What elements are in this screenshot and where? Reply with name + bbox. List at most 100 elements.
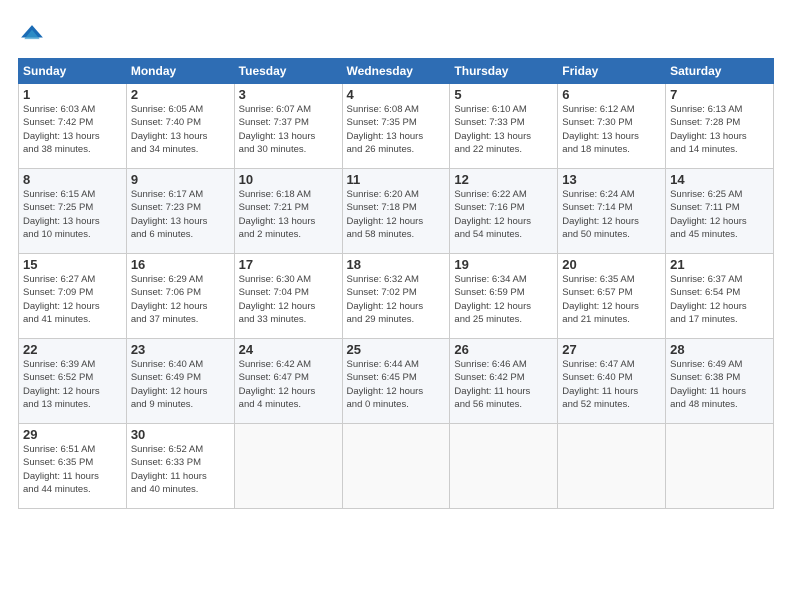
- day-number: 17: [239, 257, 338, 272]
- calendar-week-5: 29 Sunrise: 6:51 AMSunset: 6:35 PMDaylig…: [19, 424, 774, 509]
- calendar-cell: 12 Sunrise: 6:22 AMSunset: 7:16 PMDaylig…: [450, 169, 558, 254]
- day-number: 28: [670, 342, 769, 357]
- day-number: 10: [239, 172, 338, 187]
- day-info: Sunrise: 6:07 AMSunset: 7:37 PMDaylight:…: [239, 103, 338, 156]
- day-number: 20: [562, 257, 661, 272]
- day-info: Sunrise: 6:18 AMSunset: 7:21 PMDaylight:…: [239, 188, 338, 241]
- day-info: Sunrise: 6:10 AMSunset: 7:33 PMDaylight:…: [454, 103, 553, 156]
- calendar-cell: 6 Sunrise: 6:12 AMSunset: 7:30 PMDayligh…: [558, 84, 666, 169]
- day-info: Sunrise: 6:12 AMSunset: 7:30 PMDaylight:…: [562, 103, 661, 156]
- day-number: 13: [562, 172, 661, 187]
- day-info: Sunrise: 6:35 AMSunset: 6:57 PMDaylight:…: [562, 273, 661, 326]
- day-number: 21: [670, 257, 769, 272]
- calendar-cell: 22 Sunrise: 6:39 AMSunset: 6:52 PMDaylig…: [19, 339, 127, 424]
- day-number: 1: [23, 87, 122, 102]
- day-number: 18: [347, 257, 446, 272]
- day-number: 16: [131, 257, 230, 272]
- weekday-header-saturday: Saturday: [666, 59, 774, 84]
- calendar-cell: 1 Sunrise: 6:03 AMSunset: 7:42 PMDayligh…: [19, 84, 127, 169]
- day-number: 8: [23, 172, 122, 187]
- day-info: Sunrise: 6:20 AMSunset: 7:18 PMDaylight:…: [347, 188, 446, 241]
- day-number: 2: [131, 87, 230, 102]
- calendar-cell: 29 Sunrise: 6:51 AMSunset: 6:35 PMDaylig…: [19, 424, 127, 509]
- calendar-cell: 14 Sunrise: 6:25 AMSunset: 7:11 PMDaylig…: [666, 169, 774, 254]
- calendar-cell: 23 Sunrise: 6:40 AMSunset: 6:49 PMDaylig…: [126, 339, 234, 424]
- weekday-header-thursday: Thursday: [450, 59, 558, 84]
- calendar-cell: 13 Sunrise: 6:24 AMSunset: 7:14 PMDaylig…: [558, 169, 666, 254]
- day-number: 26: [454, 342, 553, 357]
- day-number: 5: [454, 87, 553, 102]
- day-info: Sunrise: 6:08 AMSunset: 7:35 PMDaylight:…: [347, 103, 446, 156]
- calendar-cell: 2 Sunrise: 6:05 AMSunset: 7:40 PMDayligh…: [126, 84, 234, 169]
- day-number: 11: [347, 172, 446, 187]
- day-info: Sunrise: 6:49 AMSunset: 6:38 PMDaylight:…: [670, 358, 769, 411]
- calendar-week-1: 1 Sunrise: 6:03 AMSunset: 7:42 PMDayligh…: [19, 84, 774, 169]
- day-info: Sunrise: 6:34 AMSunset: 6:59 PMDaylight:…: [454, 273, 553, 326]
- day-number: 4: [347, 87, 446, 102]
- day-info: Sunrise: 6:39 AMSunset: 6:52 PMDaylight:…: [23, 358, 122, 411]
- day-info: Sunrise: 6:05 AMSunset: 7:40 PMDaylight:…: [131, 103, 230, 156]
- day-info: Sunrise: 6:42 AMSunset: 6:47 PMDaylight:…: [239, 358, 338, 411]
- day-number: 15: [23, 257, 122, 272]
- calendar-cell: 7 Sunrise: 6:13 AMSunset: 7:28 PMDayligh…: [666, 84, 774, 169]
- calendar-cell: 17 Sunrise: 6:30 AMSunset: 7:04 PMDaylig…: [234, 254, 342, 339]
- day-info: Sunrise: 6:30 AMSunset: 7:04 PMDaylight:…: [239, 273, 338, 326]
- calendar-cell: [234, 424, 342, 509]
- calendar-week-2: 8 Sunrise: 6:15 AMSunset: 7:25 PMDayligh…: [19, 169, 774, 254]
- calendar-cell: 3 Sunrise: 6:07 AMSunset: 7:37 PMDayligh…: [234, 84, 342, 169]
- calendar-cell: [450, 424, 558, 509]
- day-number: 7: [670, 87, 769, 102]
- day-info: Sunrise: 6:13 AMSunset: 7:28 PMDaylight:…: [670, 103, 769, 156]
- day-info: Sunrise: 6:22 AMSunset: 7:16 PMDaylight:…: [454, 188, 553, 241]
- day-number: 30: [131, 427, 230, 442]
- calendar-cell: 20 Sunrise: 6:35 AMSunset: 6:57 PMDaylig…: [558, 254, 666, 339]
- day-info: Sunrise: 6:17 AMSunset: 7:23 PMDaylight:…: [131, 188, 230, 241]
- calendar-cell: 25 Sunrise: 6:44 AMSunset: 6:45 PMDaylig…: [342, 339, 450, 424]
- calendar-cell: 10 Sunrise: 6:18 AMSunset: 7:21 PMDaylig…: [234, 169, 342, 254]
- day-info: Sunrise: 6:27 AMSunset: 7:09 PMDaylight:…: [23, 273, 122, 326]
- calendar-cell: 5 Sunrise: 6:10 AMSunset: 7:33 PMDayligh…: [450, 84, 558, 169]
- day-number: 27: [562, 342, 661, 357]
- day-info: Sunrise: 6:52 AMSunset: 6:33 PMDaylight:…: [131, 443, 230, 496]
- day-number: 19: [454, 257, 553, 272]
- day-info: Sunrise: 6:46 AMSunset: 6:42 PMDaylight:…: [454, 358, 553, 411]
- day-info: Sunrise: 6:40 AMSunset: 6:49 PMDaylight:…: [131, 358, 230, 411]
- day-number: 3: [239, 87, 338, 102]
- logo: [18, 22, 50, 50]
- calendar-cell: 8 Sunrise: 6:15 AMSunset: 7:25 PMDayligh…: [19, 169, 127, 254]
- calendar: SundayMondayTuesdayWednesdayThursdayFrid…: [18, 58, 774, 509]
- day-info: Sunrise: 6:29 AMSunset: 7:06 PMDaylight:…: [131, 273, 230, 326]
- calendar-cell: 19 Sunrise: 6:34 AMSunset: 6:59 PMDaylig…: [450, 254, 558, 339]
- weekday-header-monday: Monday: [126, 59, 234, 84]
- day-number: 14: [670, 172, 769, 187]
- calendar-cell: 9 Sunrise: 6:17 AMSunset: 7:23 PMDayligh…: [126, 169, 234, 254]
- day-info: Sunrise: 6:24 AMSunset: 7:14 PMDaylight:…: [562, 188, 661, 241]
- day-number: 22: [23, 342, 122, 357]
- calendar-week-4: 22 Sunrise: 6:39 AMSunset: 6:52 PMDaylig…: [19, 339, 774, 424]
- day-number: 25: [347, 342, 446, 357]
- day-number: 23: [131, 342, 230, 357]
- calendar-cell: 4 Sunrise: 6:08 AMSunset: 7:35 PMDayligh…: [342, 84, 450, 169]
- weekday-header-sunday: Sunday: [19, 59, 127, 84]
- weekday-header-friday: Friday: [558, 59, 666, 84]
- calendar-cell: [342, 424, 450, 509]
- day-info: Sunrise: 6:03 AMSunset: 7:42 PMDaylight:…: [23, 103, 122, 156]
- day-info: Sunrise: 6:15 AMSunset: 7:25 PMDaylight:…: [23, 188, 122, 241]
- day-info: Sunrise: 6:32 AMSunset: 7:02 PMDaylight:…: [347, 273, 446, 326]
- day-info: Sunrise: 6:25 AMSunset: 7:11 PMDaylight:…: [670, 188, 769, 241]
- calendar-cell: 18 Sunrise: 6:32 AMSunset: 7:02 PMDaylig…: [342, 254, 450, 339]
- logo-icon: [18, 22, 46, 50]
- calendar-cell: [666, 424, 774, 509]
- day-info: Sunrise: 6:47 AMSunset: 6:40 PMDaylight:…: [562, 358, 661, 411]
- calendar-cell: 15 Sunrise: 6:27 AMSunset: 7:09 PMDaylig…: [19, 254, 127, 339]
- weekday-header-wednesday: Wednesday: [342, 59, 450, 84]
- calendar-cell: 24 Sunrise: 6:42 AMSunset: 6:47 PMDaylig…: [234, 339, 342, 424]
- calendar-week-3: 15 Sunrise: 6:27 AMSunset: 7:09 PMDaylig…: [19, 254, 774, 339]
- calendar-cell: [558, 424, 666, 509]
- calendar-cell: 28 Sunrise: 6:49 AMSunset: 6:38 PMDaylig…: [666, 339, 774, 424]
- day-number: 24: [239, 342, 338, 357]
- calendar-cell: 27 Sunrise: 6:47 AMSunset: 6:40 PMDaylig…: [558, 339, 666, 424]
- calendar-cell: 30 Sunrise: 6:52 AMSunset: 6:33 PMDaylig…: [126, 424, 234, 509]
- calendar-cell: 16 Sunrise: 6:29 AMSunset: 7:06 PMDaylig…: [126, 254, 234, 339]
- day-number: 12: [454, 172, 553, 187]
